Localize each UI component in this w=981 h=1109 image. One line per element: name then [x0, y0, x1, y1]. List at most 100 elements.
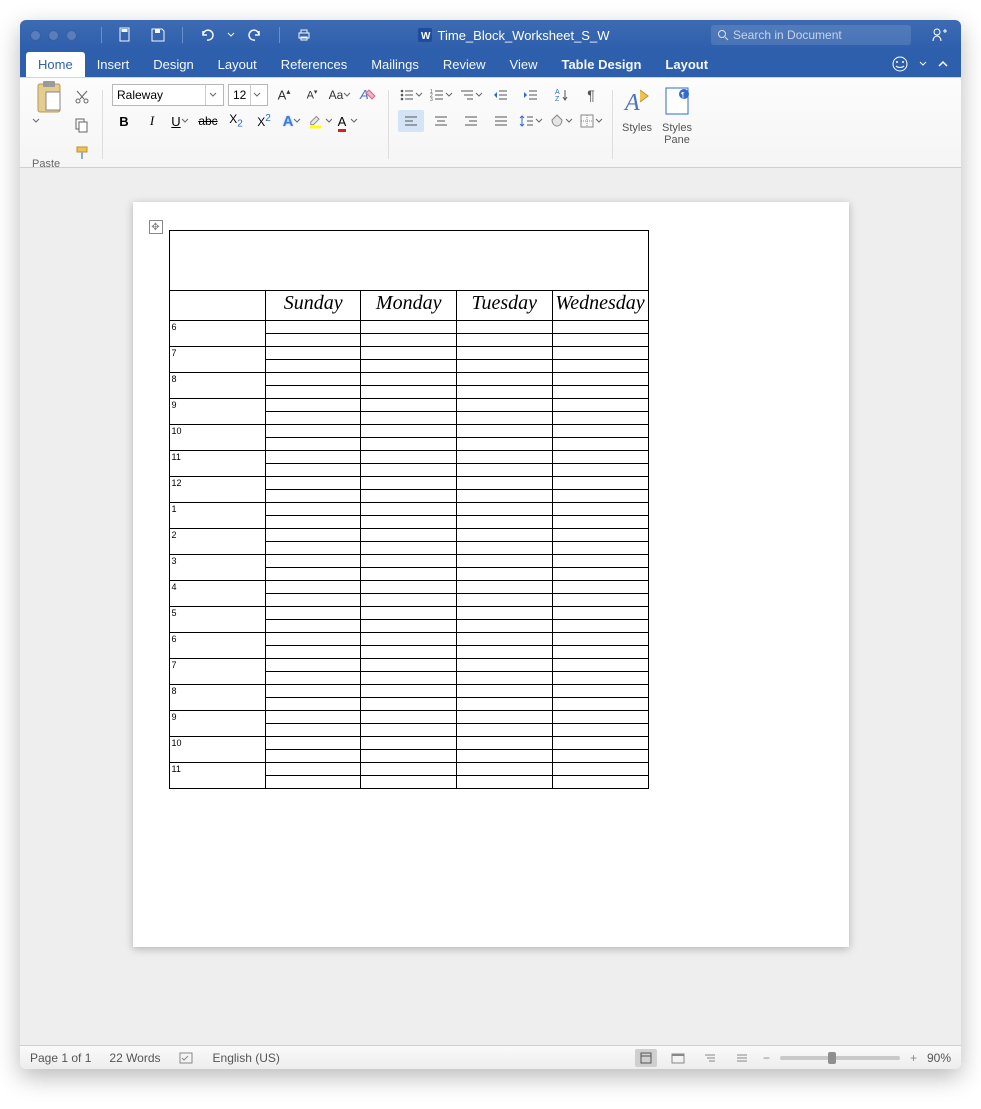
search-box[interactable]: Search in Document: [711, 25, 911, 45]
time-slot[interactable]: [456, 737, 552, 750]
shading-icon[interactable]: [548, 110, 574, 132]
time-slot[interactable]: [456, 594, 552, 607]
grow-font-icon[interactable]: A▴: [272, 84, 296, 106]
time-slot[interactable]: [266, 763, 361, 776]
time-slot[interactable]: [552, 620, 648, 633]
time-slot[interactable]: [552, 529, 648, 542]
time-slot[interactable]: [266, 425, 361, 438]
bold-icon[interactable]: B: [112, 110, 136, 132]
time-slot[interactable]: [361, 516, 457, 529]
tab-view[interactable]: View: [498, 52, 550, 77]
zoom-slider[interactable]: [780, 1056, 900, 1060]
time-slot[interactable]: [361, 555, 457, 568]
time-slot[interactable]: [552, 373, 648, 386]
dropdown-icon[interactable]: [32, 118, 66, 158]
hour-cell[interactable]: 8: [169, 373, 266, 399]
table-title-cell[interactable]: [169, 231, 648, 291]
tab-references[interactable]: References: [269, 52, 359, 77]
time-slot[interactable]: [266, 373, 361, 386]
font-name-combo[interactable]: Raleway: [112, 84, 224, 106]
time-slot[interactable]: [361, 386, 457, 399]
print-layout-view-icon[interactable]: [635, 1049, 657, 1067]
time-slot[interactable]: [456, 477, 552, 490]
paste-button[interactable]: [32, 78, 66, 158]
time-slot[interactable]: [456, 490, 552, 503]
time-slot[interactable]: [361, 438, 457, 451]
time-slot[interactable]: [266, 516, 361, 529]
time-slot[interactable]: [552, 542, 648, 555]
time-slot[interactable]: [552, 685, 648, 698]
time-slot[interactable]: [552, 659, 648, 672]
time-slot[interactable]: [266, 490, 361, 503]
hour-cell[interactable]: 1: [169, 503, 266, 529]
hour-cell[interactable]: 2: [169, 529, 266, 555]
hour-cell[interactable]: 3: [169, 555, 266, 581]
time-slot[interactable]: [361, 529, 457, 542]
time-slot[interactable]: [361, 594, 457, 607]
time-slot[interactable]: [266, 347, 361, 360]
day-header[interactable]: Sunday: [266, 291, 361, 321]
time-slot[interactable]: [456, 698, 552, 711]
time-slot[interactable]: [266, 464, 361, 477]
time-slot[interactable]: [361, 477, 457, 490]
autosave-icon[interactable]: [114, 24, 138, 46]
time-slot[interactable]: [552, 737, 648, 750]
time-slot[interactable]: [456, 334, 552, 347]
time-slot[interactable]: [361, 412, 457, 425]
time-slot[interactable]: [266, 542, 361, 555]
time-slot[interactable]: [456, 776, 552, 789]
time-slot[interactable]: [361, 646, 457, 659]
time-slot[interactable]: [456, 607, 552, 620]
time-slot[interactable]: [266, 698, 361, 711]
outline-view-icon[interactable]: [699, 1049, 721, 1067]
time-slot[interactable]: [552, 399, 648, 412]
time-slot[interactable]: [266, 711, 361, 724]
time-slot[interactable]: [552, 724, 648, 737]
italic-icon[interactable]: I: [140, 110, 164, 132]
day-header[interactable]: Monday: [361, 291, 457, 321]
time-slot[interactable]: [552, 412, 648, 425]
text-effects-icon[interactable]: A: [280, 110, 304, 132]
time-slot[interactable]: [456, 529, 552, 542]
underline-icon[interactable]: U: [168, 110, 192, 132]
time-slot[interactable]: [456, 646, 552, 659]
time-slot[interactable]: [456, 373, 552, 386]
time-slot[interactable]: [456, 724, 552, 737]
time-slot[interactable]: [552, 425, 648, 438]
time-slot[interactable]: [266, 594, 361, 607]
redo-icon[interactable]: [243, 24, 267, 46]
hour-cell[interactable]: 6: [169, 321, 266, 347]
time-slot[interactable]: [266, 451, 361, 464]
time-slot[interactable]: [552, 568, 648, 581]
time-slot[interactable]: [456, 685, 552, 698]
hour-cell[interactable]: 7: [169, 659, 266, 685]
hour-cell[interactable]: 9: [169, 711, 266, 737]
status-words[interactable]: 22 Words: [109, 1051, 160, 1065]
time-slot[interactable]: [266, 503, 361, 516]
time-slot[interactable]: [456, 620, 552, 633]
time-slot[interactable]: [552, 672, 648, 685]
time-slot[interactable]: [266, 581, 361, 594]
time-slot[interactable]: [552, 555, 648, 568]
align-right-icon[interactable]: [458, 110, 484, 132]
time-slot[interactable]: [552, 334, 648, 347]
time-slot[interactable]: [456, 581, 552, 594]
worksheet-table[interactable]: SundayMondayTuesdayWednesday678910111212…: [169, 230, 649, 789]
close-button[interactable]: [30, 30, 41, 41]
hour-cell[interactable]: 10: [169, 425, 266, 451]
subscript-icon[interactable]: X2: [224, 110, 248, 132]
time-slot[interactable]: [552, 763, 648, 776]
time-slot[interactable]: [361, 334, 457, 347]
numbering-icon[interactable]: 123: [428, 84, 454, 106]
time-slot[interactable]: [552, 607, 648, 620]
highlight-icon[interactable]: [308, 110, 332, 132]
time-slot[interactable]: [456, 659, 552, 672]
time-slot[interactable]: [552, 360, 648, 373]
superscript-icon[interactable]: X2: [252, 110, 276, 132]
undo-icon[interactable]: [195, 24, 219, 46]
time-slot[interactable]: [266, 386, 361, 399]
tab-layout[interactable]: Layout: [206, 52, 269, 77]
time-slot[interactable]: [456, 711, 552, 724]
time-slot[interactable]: [266, 321, 361, 334]
change-case-icon[interactable]: Aa: [328, 84, 352, 106]
